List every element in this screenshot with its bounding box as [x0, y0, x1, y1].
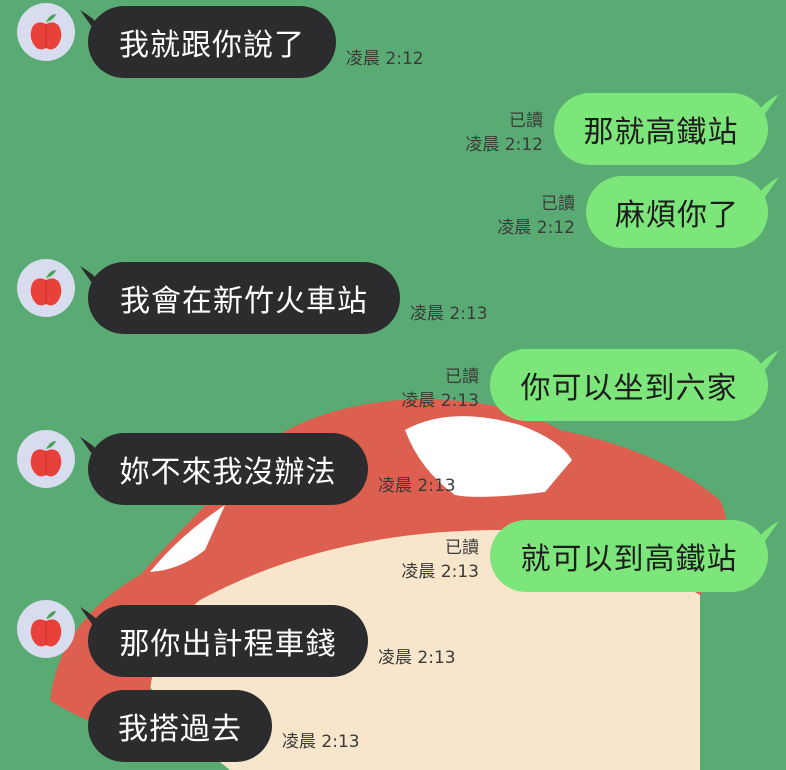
contact-avatar[interactable] — [17, 600, 75, 658]
read-receipt: 已讀 — [445, 367, 479, 387]
message-bubble[interactable]: 麻煩你了 — [586, 176, 768, 248]
message-row-incoming: 妳不來我沒辦法 凌晨 2:13 — [0, 425, 786, 515]
message-bubble[interactable]: 你可以坐到六家 — [490, 349, 768, 421]
apple-icon — [30, 441, 62, 477]
message-row-outgoing: 已讀 凌晨 2:12 那就高鐵站 — [0, 90, 786, 170]
apple-icon — [30, 14, 62, 50]
contact-avatar[interactable] — [17, 430, 75, 488]
message-bubble[interactable]: 就可以到高鐵站 — [490, 520, 768, 592]
message-row-outgoing: 已讀 凌晨 2:13 就可以到高鐵站 — [0, 515, 786, 595]
apple-icon — [30, 270, 62, 306]
message-row-incoming: 我搭過去 凌晨 2:13 — [0, 680, 786, 770]
message-time: 凌晨 2:12 — [497, 218, 575, 238]
message-time: 凌晨 2:13 — [410, 304, 488, 324]
message-time: 凌晨 2:12 — [346, 49, 424, 69]
read-receipt: 已讀 — [541, 194, 575, 214]
message-time: 凌晨 2:13 — [401, 562, 479, 582]
message-time: 凌晨 2:13 — [401, 391, 479, 411]
message-bubble[interactable]: 妳不來我沒辦法 — [88, 433, 368, 505]
message-bubble[interactable]: 我搭過去 — [88, 690, 272, 762]
contact-avatar[interactable] — [17, 3, 75, 61]
message-row-incoming: 我就跟你說了 凌晨 2:12 — [0, 0, 786, 90]
bubble-tail — [757, 350, 779, 370]
read-receipt: 已讀 — [509, 111, 543, 131]
message-time: 凌晨 2:13 — [378, 648, 456, 668]
read-receipt: 已讀 — [445, 538, 479, 558]
message-bubble[interactable]: 那你出計程車錢 — [88, 605, 368, 677]
contact-avatar[interactable] — [17, 259, 75, 317]
message-row-incoming: 我會在新竹火車站 凌晨 2:13 — [0, 255, 786, 345]
apple-icon — [30, 611, 62, 647]
message-time: 凌晨 2:12 — [465, 135, 543, 155]
message-bubble[interactable]: 那就高鐵站 — [554, 93, 768, 165]
message-row-outgoing: 已讀 凌晨 2:12 麻煩你了 — [0, 170, 786, 255]
message-bubble[interactable]: 我會在新竹火車站 — [88, 262, 400, 334]
message-row-incoming: 那你出計程車錢 凌晨 2:13 — [0, 595, 786, 680]
message-time: 凌晨 2:13 — [282, 732, 360, 752]
message-row-outgoing: 已讀 凌晨 2:13 你可以坐到六家 — [0, 345, 786, 425]
bubble-tail — [757, 94, 779, 114]
message-time: 凌晨 2:13 — [378, 476, 456, 496]
bubble-tail — [757, 521, 779, 541]
bubble-tail — [757, 177, 779, 197]
message-bubble[interactable]: 我就跟你說了 — [88, 6, 336, 78]
